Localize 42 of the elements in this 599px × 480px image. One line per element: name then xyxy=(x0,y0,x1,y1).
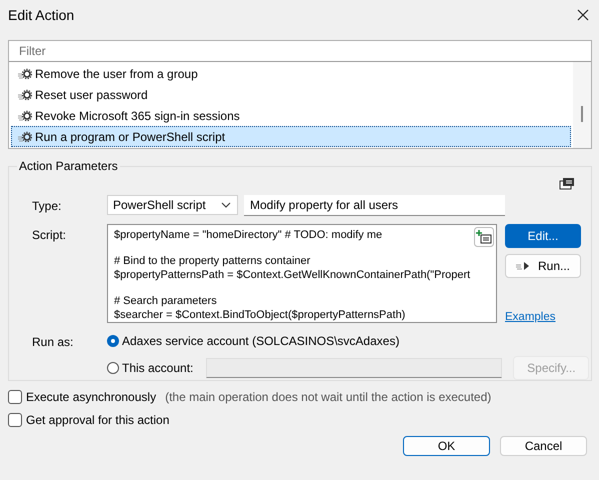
run-icon xyxy=(516,261,530,271)
script-line: $searcher = $Context.BindToObject($propertyPatternsPath) xyxy=(114,308,406,322)
gear-icon xyxy=(18,88,32,100)
action-item[interactable]: Remove the user from a group xyxy=(11,63,571,84)
radio-button[interactable] xyxy=(107,362,119,374)
script-label: Script: xyxy=(32,227,68,242)
gear-icon xyxy=(18,130,32,142)
option-note: (the main operation does not wait until the action is executed) xyxy=(165,390,492,404)
script-line: $propertyPatternsPath = $Context.GetWellKnownContainerPath("Propert xyxy=(114,268,470,282)
run-as-label: Run as: xyxy=(32,334,74,349)
run-button[interactable]: Run... xyxy=(505,254,581,278)
action-item[interactable]: Reset user password xyxy=(11,84,571,105)
checkbox[interactable] xyxy=(8,413,22,427)
action-item[interactable]: Revoke Microsoft 365 sign-in sessions xyxy=(11,105,571,126)
scrollbar[interactable] xyxy=(573,62,591,148)
cancel-button[interactable]: Cancel xyxy=(500,436,587,456)
script-line: $propertyName = "homeDirectory" # TODO: modify me xyxy=(114,228,382,242)
edit-button[interactable]: Edit... xyxy=(505,224,581,248)
chevron-icon xyxy=(221,202,231,208)
script-line: # Bind to the property patterns container xyxy=(114,254,310,268)
examples-link[interactable]: Examples xyxy=(505,311,581,323)
checkbox[interactable] xyxy=(8,390,22,404)
window-title: Edit Action xyxy=(8,7,74,23)
ok-button[interactable]: OK xyxy=(403,436,490,456)
panel-icon[interactable] xyxy=(559,177,575,191)
description-field[interactable]: Modify property for all users xyxy=(244,195,506,216)
script-editor[interactable] xyxy=(107,224,497,323)
checkbox-label: Execute asynchronously xyxy=(26,390,156,404)
action-item[interactable]: Run a program or PowerShell script xyxy=(11,126,571,147)
radio-button[interactable] xyxy=(107,335,119,347)
gear-icon xyxy=(18,110,32,122)
insert-icon[interactable] xyxy=(474,227,494,247)
close-icon[interactable] xyxy=(577,9,589,21)
script-line: # Search parameters xyxy=(114,294,217,308)
gear-icon xyxy=(18,68,32,80)
radio-label: Adaxes service account (SOLCASINOS\svcAdaxes) xyxy=(122,334,400,348)
radio-label: This account: xyxy=(122,361,194,375)
checkbox-label: Get approval for this action xyxy=(26,413,170,427)
filter-field[interactable]: Filter xyxy=(9,44,591,58)
group-title: Action Parameters xyxy=(18,159,119,173)
type-dropdown[interactable]: PowerShell script xyxy=(107,195,238,215)
type-label: Type: xyxy=(32,198,62,212)
